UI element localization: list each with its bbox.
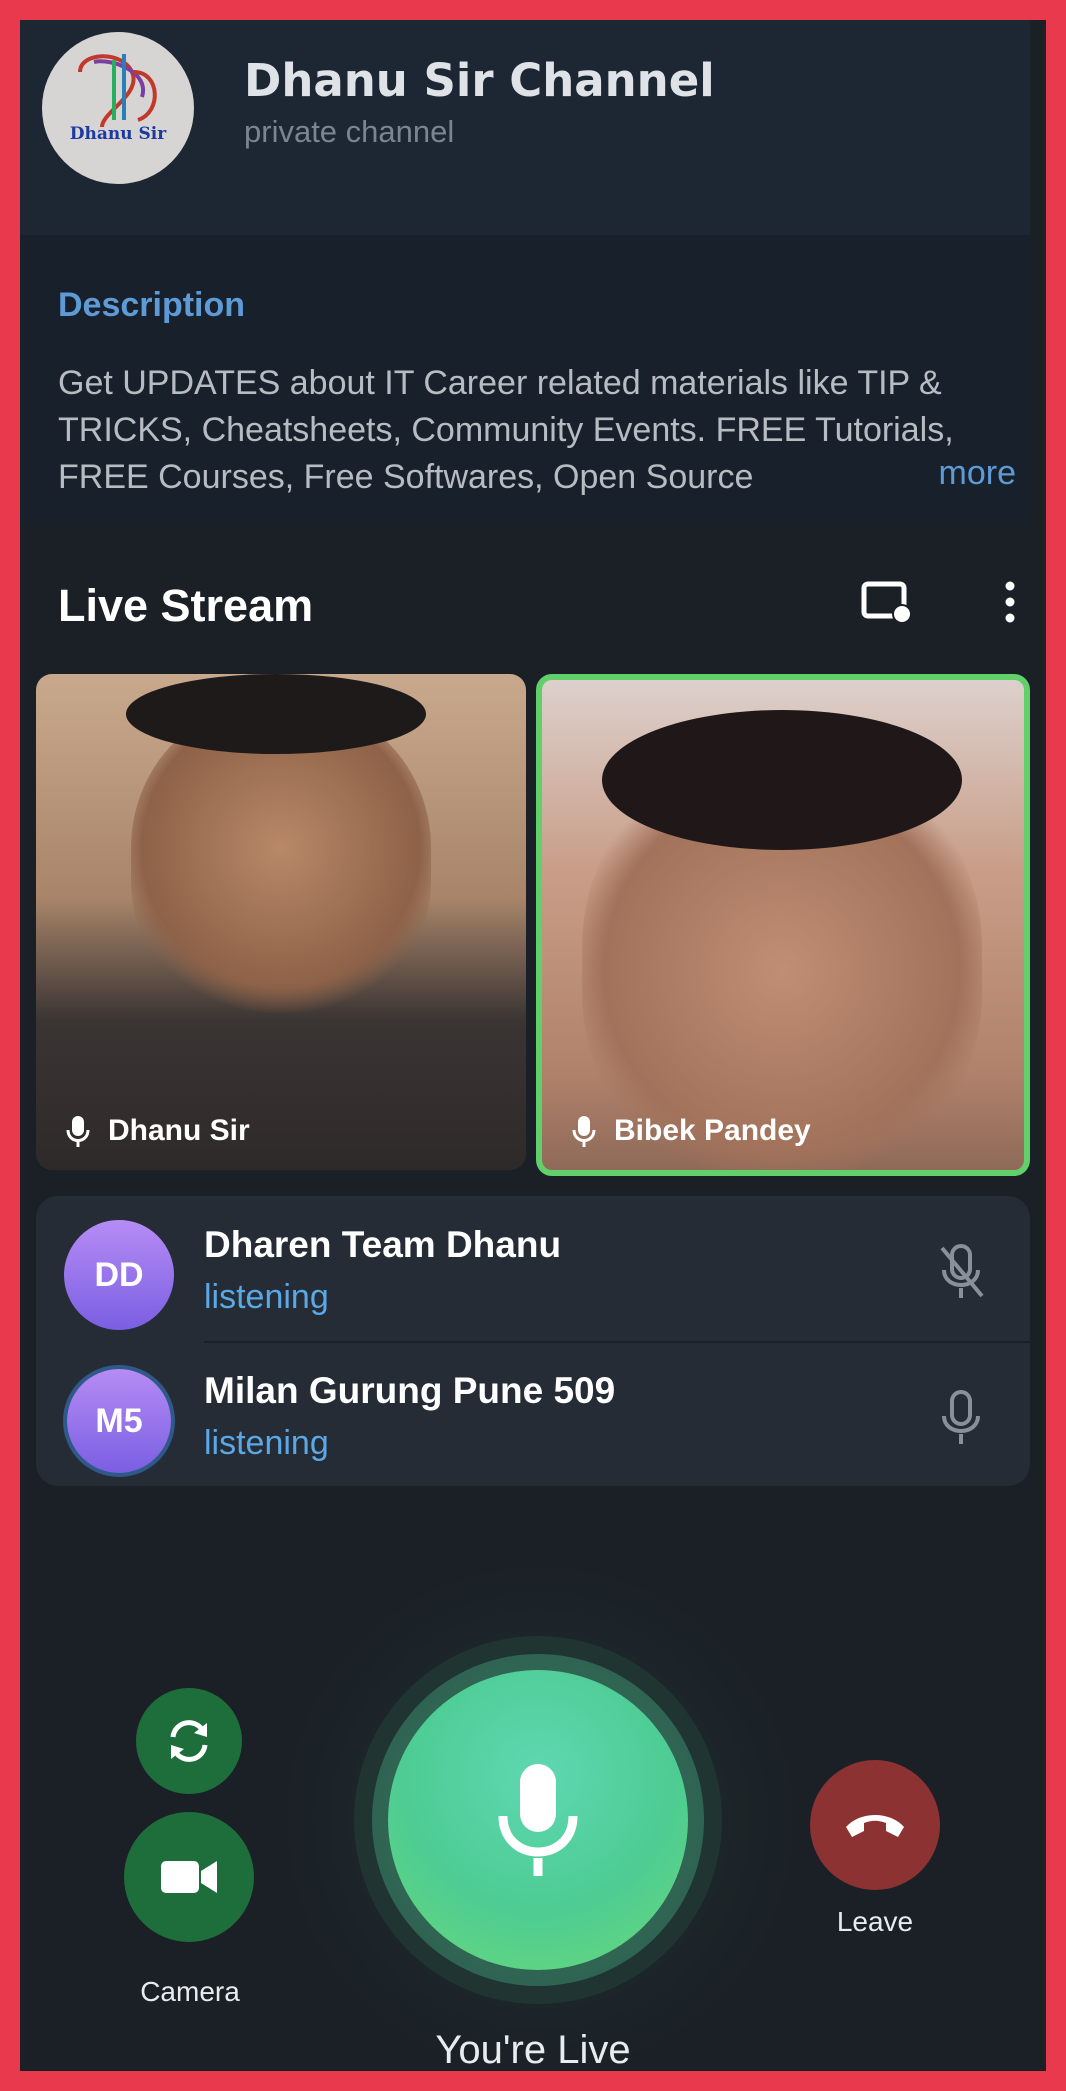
mic-icon — [66, 1116, 90, 1147]
channel-logo-icon — [78, 54, 157, 128]
video-tile[interactable]: Dhanu Sir — [36, 674, 526, 1170]
leave-label: Leave — [836, 1906, 914, 1937]
tile-label: Bibek Pandey — [572, 1114, 811, 1148]
avatar: M5 — [67, 1369, 171, 1473]
video-camera-icon — [161, 1861, 217, 1893]
description-text: Get UPDATES about IT Career related mate… — [58, 364, 954, 496]
description-more-link[interactable]: more — [898, 454, 1016, 493]
participant-name: Milan Gurung Pune 509 — [204, 1370, 616, 1411]
flip-camera-icon — [170, 1720, 208, 1762]
tile-name: Bibek Pandey — [614, 1114, 811, 1147]
tile-name: Dhanu Sir — [108, 1114, 250, 1147]
participant-row[interactable]: M5 Milan Gurung Pune 509 listening — [36, 1342, 1030, 1488]
channel-avatar: Dhanu Sir — [42, 32, 194, 184]
live-stream-title: Live Stream — [58, 580, 314, 631]
participants-list: DD Dharen Team Dhanu listening M5 Milan … — [36, 1196, 1030, 1486]
participant-status: listening — [204, 1424, 329, 1462]
mic-muted-icon[interactable] — [936, 1242, 986, 1302]
channel-title: Dhanu Sir Channel — [244, 54, 715, 107]
live-status-label: You're Live — [435, 2028, 631, 2071]
camera-button[interactable] — [124, 1812, 254, 1942]
more-vertical-icon — [1005, 581, 1015, 623]
flip-camera-button[interactable] — [136, 1688, 242, 1794]
participant-status: listening — [204, 1278, 329, 1316]
more-options-button[interactable] — [990, 572, 1030, 632]
picture-in-picture-icon — [861, 581, 912, 624]
hang-up-icon — [846, 1815, 904, 1837]
screen-share-button[interactable] — [858, 572, 918, 632]
logo-text: Dhanu Sir — [69, 124, 167, 144]
avatar: DD — [64, 1220, 174, 1330]
video-tile-active-speaker[interactable]: Bibek Pandey — [536, 674, 1030, 1176]
mic-icon — [498, 1764, 578, 1876]
leave-button[interactable] — [810, 1760, 940, 1890]
participant-row[interactable]: DD Dharen Team Dhanu listening — [36, 1196, 1030, 1342]
description-label: Description — [58, 286, 246, 324]
channel-subtitle: private channel — [244, 114, 455, 149]
mic-icon — [572, 1116, 596, 1147]
channel-header[interactable]: Dhanu Sir Dhanu Sir Channel private chan… — [20, 20, 1030, 235]
tile-label: Dhanu Sir — [66, 1114, 250, 1148]
participant-name: Dharen Team Dhanu — [204, 1224, 562, 1265]
mic-icon[interactable] — [936, 1388, 986, 1448]
camera-label: Camera — [140, 1976, 240, 2007]
mic-toggle-button[interactable] — [388, 1670, 688, 1970]
voice-chat-screen: Dhanu Sir Dhanu Sir Channel private chan… — [20, 20, 1046, 2071]
